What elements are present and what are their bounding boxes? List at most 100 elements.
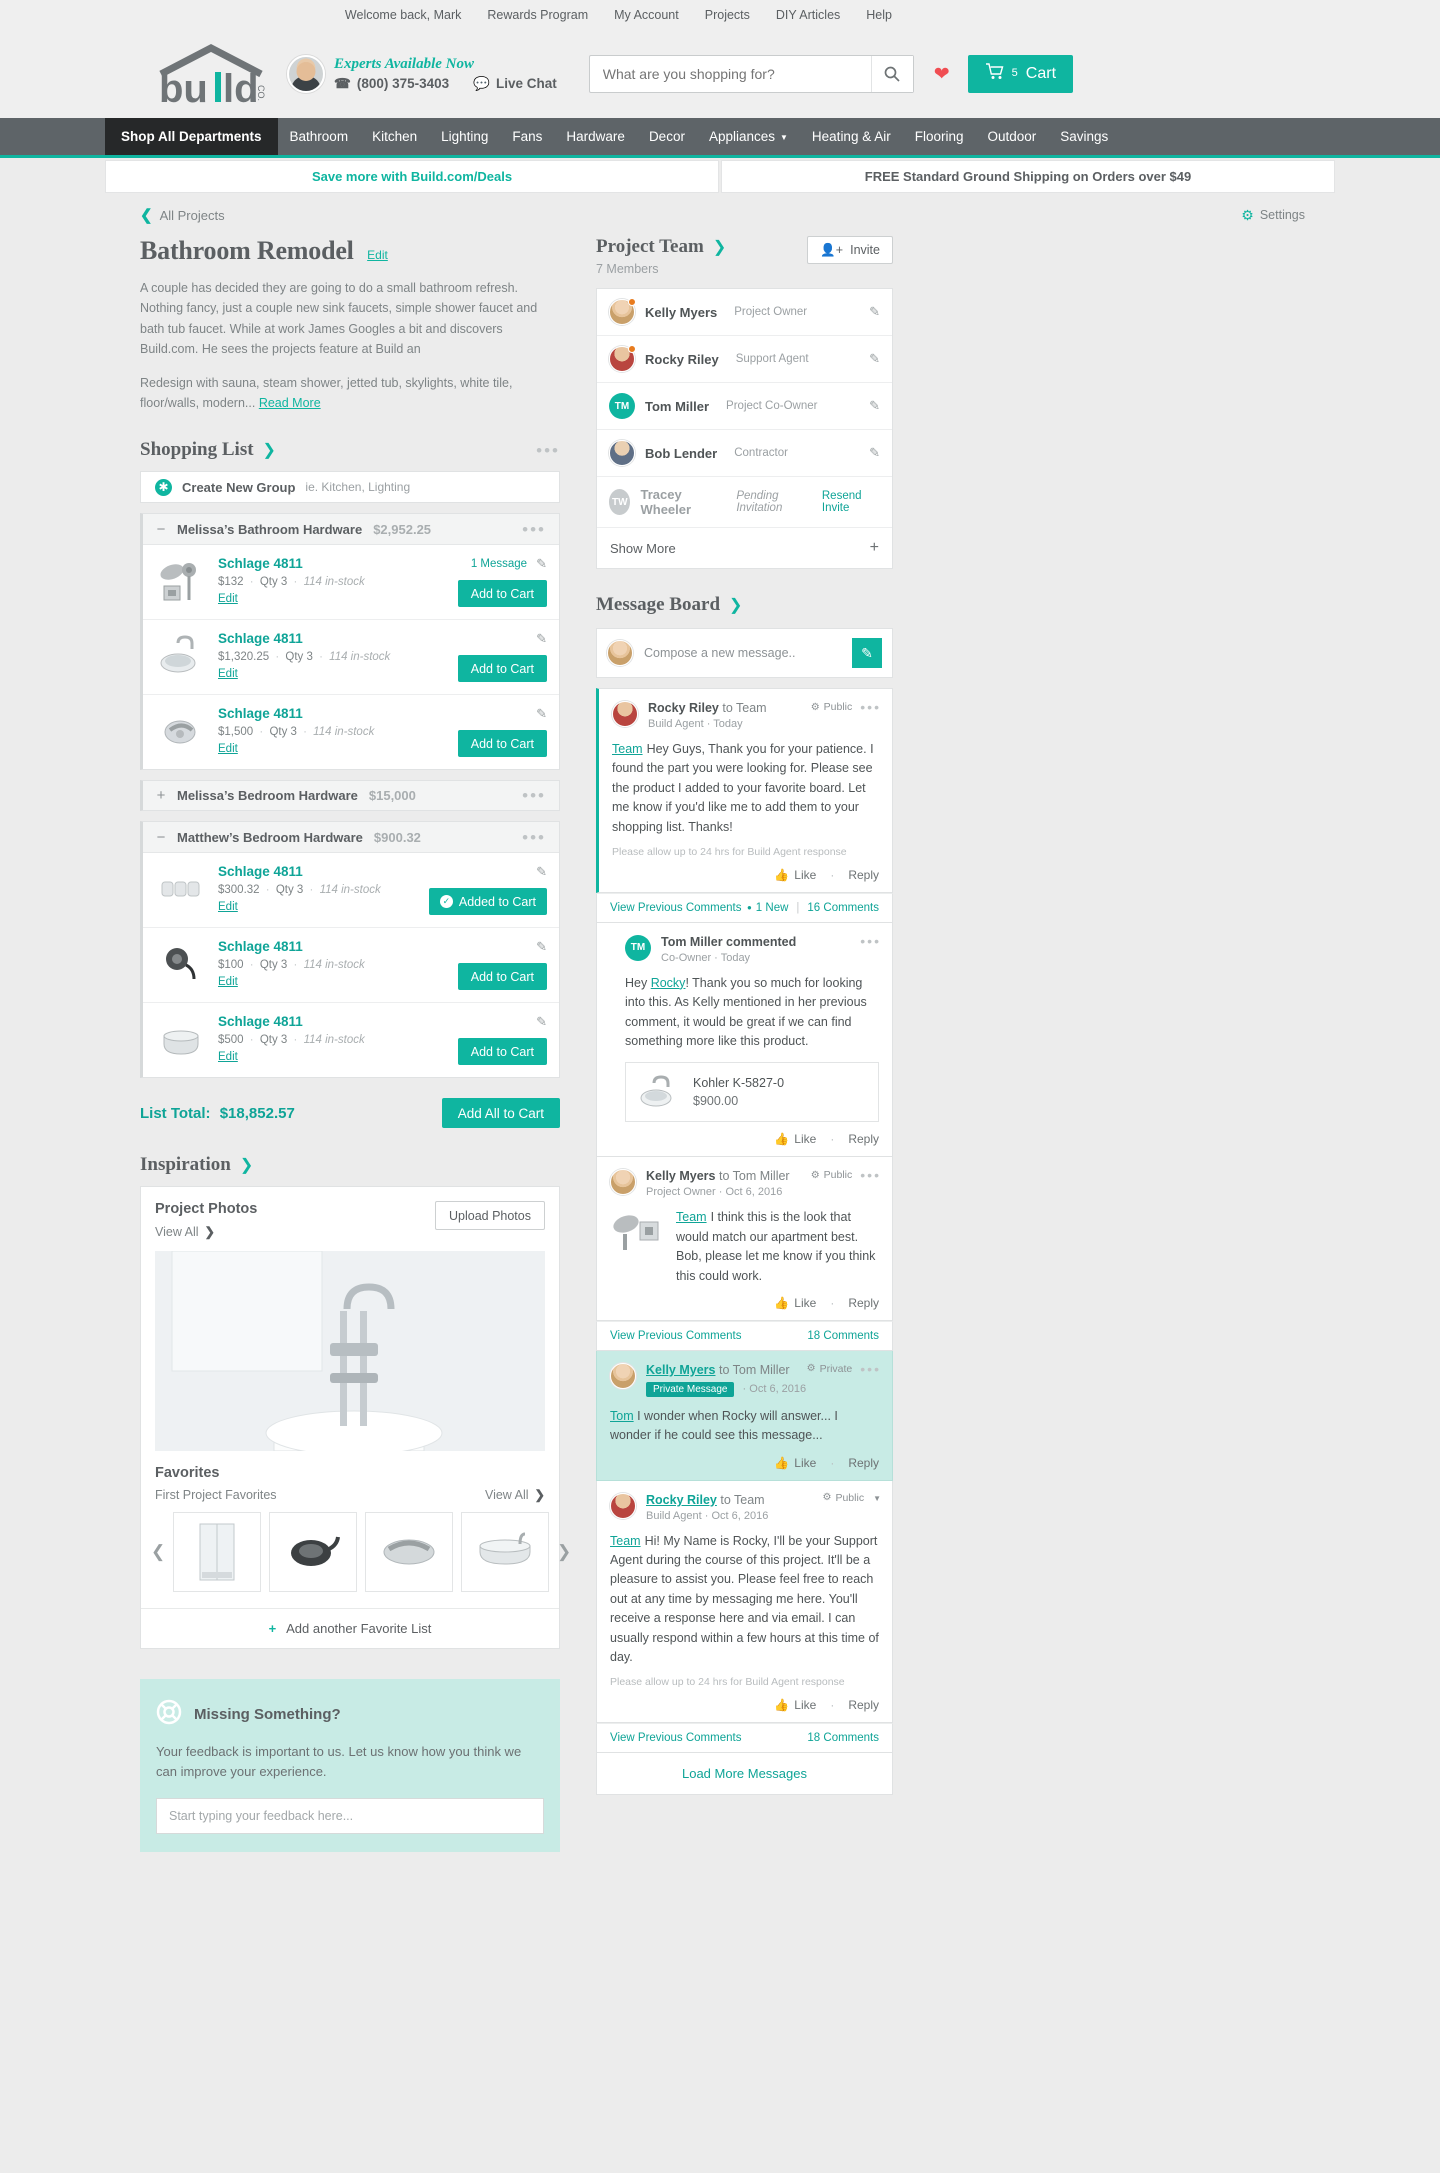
favorite-item-freestanding-tub[interactable] xyxy=(461,1512,549,1592)
utility-link-rewards[interactable]: Rewards Program xyxy=(487,8,588,22)
compose-submit-button[interactable]: ✎ xyxy=(852,638,882,668)
comment-tag[interactable]: Rocky xyxy=(651,976,686,990)
product-name[interactable]: Schlage 4811 xyxy=(218,864,443,879)
feedback-input[interactable]: Start typing your feedback here... xyxy=(156,1798,544,1835)
shopping-group-header[interactable]: − Matthew’s Bedroom Hardware $900.32 ••• xyxy=(143,822,559,853)
product-message-link[interactable]: 1 Message xyxy=(471,558,527,570)
comments-count[interactable]: 18 Comments xyxy=(807,1732,879,1744)
shopping-group-menu-icon[interactable]: ••• xyxy=(522,829,546,846)
inspiration-title[interactable]: Inspiration ❯ xyxy=(140,1154,253,1176)
nav-item-hardware[interactable]: Hardware xyxy=(554,118,637,155)
nav-item-appliances[interactable]: Appliances ▼ xyxy=(697,118,800,155)
add-all-to-cart-button[interactable]: Add All to Cart xyxy=(441,1098,560,1128)
create-new-group-button[interactable]: ✱ Create New Group ie. Kitchen, Lighting xyxy=(140,471,560,503)
nav-item-savings[interactable]: Savings xyxy=(1048,118,1120,155)
nav-item-outdoor[interactable]: Outdoor xyxy=(976,118,1049,155)
favorites-next-arrow[interactable]: ❯ xyxy=(557,1542,571,1562)
nav-shop-all-departments[interactable]: Shop All Departments xyxy=(105,118,278,155)
nav-item-lighting[interactable]: Lighting xyxy=(429,118,500,155)
note-icon[interactable]: ✎ xyxy=(536,706,547,722)
favorite-item-rain-showerhead[interactable] xyxy=(269,1512,357,1592)
product-name[interactable]: Schlage 4811 xyxy=(218,706,443,721)
like-button[interactable]: 👍 Like xyxy=(774,1296,816,1310)
post-tag[interactable]: Tom xyxy=(610,1409,634,1423)
favorites-view-all[interactable]: View All ❯ xyxy=(485,1487,545,1503)
project-team-title[interactable]: Project Team ❯ xyxy=(596,236,726,258)
product-name[interactable]: Schlage 4811 xyxy=(218,631,443,646)
collapse-icon[interactable]: − xyxy=(156,521,166,538)
settings-button[interactable]: ⚙ Settings xyxy=(1241,207,1305,224)
comment-product-card[interactable]: Kohler K-5827-0 $900.00 xyxy=(625,1062,879,1123)
view-previous-comments-link[interactable]: View Previous Comments xyxy=(610,902,741,914)
like-button[interactable]: 👍 Like xyxy=(774,1132,816,1146)
expand-icon[interactable]: + xyxy=(156,787,166,804)
cart-button[interactable]: 5 Cart xyxy=(967,55,1074,93)
favorites-prev-arrow[interactable]: ❮ xyxy=(151,1542,165,1562)
post-visibility[interactable]: ⚙ Private xyxy=(807,1363,853,1375)
resend-invite-link[interactable]: Resend Invite xyxy=(822,490,880,514)
like-button[interactable]: 👍 Like xyxy=(774,868,816,882)
invite-button[interactable]: 👤+ Invite xyxy=(807,236,893,264)
team-member-row[interactable]: TM Tom Miller Project Co-Owner ✎ xyxy=(597,383,892,430)
product-edit-link[interactable]: Edit xyxy=(218,593,238,605)
load-more-messages-button[interactable]: Load More Messages xyxy=(596,1753,893,1796)
edit-project-link[interactable]: Edit xyxy=(367,248,388,262)
read-more-link[interactable]: Read More xyxy=(259,396,321,410)
project-photos-view-all[interactable]: View All ❯ xyxy=(155,1224,257,1240)
note-icon[interactable]: ✎ xyxy=(869,351,880,367)
like-button[interactable]: 👍 Like xyxy=(774,1698,816,1712)
upload-photos-button[interactable]: Upload Photos xyxy=(434,1201,545,1230)
post-author[interactable]: Kelly Myers xyxy=(646,1363,715,1377)
post-menu-icon[interactable]: ••• xyxy=(860,1362,881,1376)
utility-link-welcome[interactable]: Welcome back, Mark xyxy=(345,8,461,22)
nav-item-heating-air[interactable]: Heating & Air xyxy=(800,118,903,155)
post-menu-icon[interactable]: ••• xyxy=(860,700,881,714)
note-icon[interactable]: ✎ xyxy=(536,1014,547,1030)
product-edit-link[interactable]: Edit xyxy=(218,976,238,988)
live-chat-link[interactable]: Live Chat xyxy=(496,76,557,93)
favorite-item-lever-handle[interactable] xyxy=(365,1512,453,1592)
utility-link-articles[interactable]: DIY Articles xyxy=(776,8,840,22)
comments-count[interactable]: 18 Comments xyxy=(807,1330,879,1342)
favorites-heart-icon[interactable]: ❤ xyxy=(934,63,950,86)
note-icon[interactable]: ✎ xyxy=(869,304,880,320)
note-icon[interactable]: ✎ xyxy=(536,631,547,647)
nav-item-flooring[interactable]: Flooring xyxy=(903,118,976,155)
post-visibility[interactable]: ⚙ Public ▼ xyxy=(823,1492,882,1504)
utility-link-projects[interactable]: Projects xyxy=(705,8,750,22)
add-to-cart-button[interactable]: Add to Cart xyxy=(457,1038,547,1065)
comment-menu-icon[interactable]: ••• xyxy=(860,934,881,948)
comments-count[interactable]: 16 Comments xyxy=(807,902,879,914)
add-to-cart-button[interactable]: Add to Cart xyxy=(457,580,547,607)
add-favorite-list-button[interactable]: + Add another Favorite List xyxy=(141,1608,559,1648)
reply-button[interactable]: Reply xyxy=(848,1296,879,1310)
add-to-cart-button[interactable]: Add to Cart xyxy=(457,730,547,757)
note-icon[interactable]: ✎ xyxy=(536,556,547,572)
utility-link-account[interactable]: My Account xyxy=(614,8,679,22)
post-author[interactable]: Rocky Riley xyxy=(646,1493,717,1507)
nav-item-decor[interactable]: Decor xyxy=(637,118,697,155)
note-icon[interactable]: ✎ xyxy=(869,445,880,461)
post-menu-icon[interactable]: ••• xyxy=(860,1168,881,1182)
post-visibility[interactable]: ⚙ Public xyxy=(811,1169,853,1181)
team-member-row[interactable]: Bob Lender Contractor ✎ xyxy=(597,430,892,477)
post-tag[interactable]: Team xyxy=(676,1210,707,1224)
build-logo[interactable]: bu ld CO. xyxy=(155,44,273,106)
shopping-group-menu-icon[interactable]: ••• xyxy=(522,787,546,804)
nav-item-bathroom[interactable]: Bathroom xyxy=(278,118,361,155)
shopping-group-menu-icon[interactable]: ••• xyxy=(522,521,546,538)
utility-link-help[interactable]: Help xyxy=(866,8,892,22)
promo-deals[interactable]: Save more with Build.com/Deals xyxy=(105,160,719,193)
team-member-row[interactable]: TW Tracey Wheeler Pending Invitation Res… xyxy=(597,477,892,528)
view-previous-comments-link[interactable]: View Previous Comments xyxy=(610,1330,741,1342)
like-button[interactable]: 👍 Like xyxy=(774,1456,816,1470)
shopping-list-title[interactable]: Shopping List ❯ xyxy=(140,439,276,461)
search-box[interactable] xyxy=(588,55,914,93)
compose-message-bar[interactable]: Compose a new message.. ✎ xyxy=(596,628,893,678)
post-tag[interactable]: Team xyxy=(610,1534,641,1548)
reply-button[interactable]: Reply xyxy=(848,1132,879,1146)
product-edit-link[interactable]: Edit xyxy=(218,901,238,913)
nav-item-kitchen[interactable]: Kitchen xyxy=(360,118,429,155)
product-edit-link[interactable]: Edit xyxy=(218,1051,238,1063)
reply-button[interactable]: Reply xyxy=(848,1698,879,1712)
